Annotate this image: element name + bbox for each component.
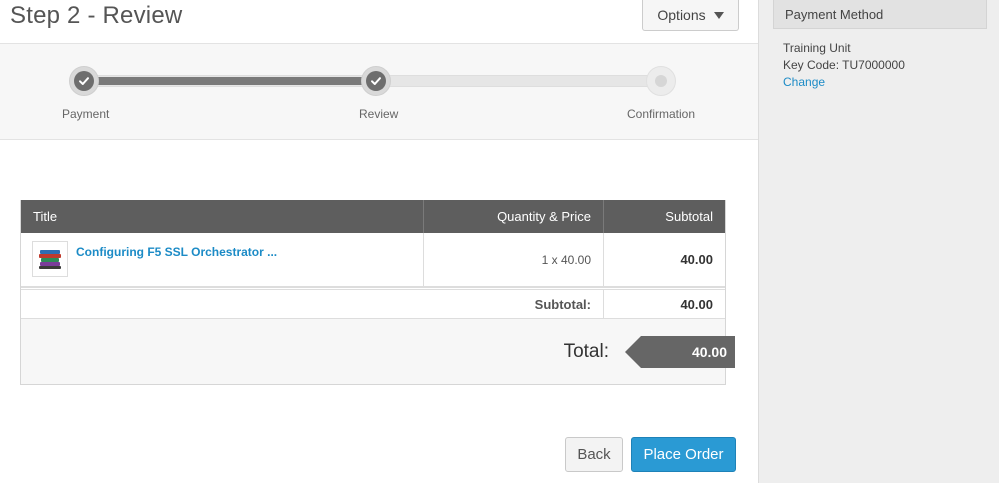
- page-title: Step 2 - Review: [10, 2, 183, 29]
- total-price-tag: 40.00: [625, 336, 735, 368]
- total-label: Total:: [563, 341, 609, 362]
- step-label-payment: Payment: [62, 107, 110, 121]
- step-label-confirmation: Confirmation: [627, 107, 696, 121]
- item-quantity-price: 1 x 40.00: [424, 233, 604, 286]
- total-value: 40.00: [691, 344, 727, 360]
- item-title-link[interactable]: Configuring F5 SSL Orchestrator ...: [76, 245, 277, 259]
- back-button[interactable]: Back: [565, 437, 623, 472]
- step-payment-node: [69, 66, 99, 96]
- progress-stepper: Payment Review Confirmation: [0, 43, 758, 140]
- payment-method-details: Training Unit Key Code: TU7000000 Change: [783, 40, 905, 91]
- step-review-node: [361, 66, 391, 96]
- sidebar: Payment Method Training Unit Key Code: T…: [758, 0, 999, 483]
- main-panel: Step 2 - Review Options Payment Review C…: [0, 0, 758, 483]
- payment-key-code: Key Code: TU7000000: [783, 58, 905, 72]
- payment-method-type: Training Unit: [783, 41, 851, 55]
- header-title: Title: [21, 200, 424, 233]
- subtotal-row: Subtotal: 40.00: [21, 287, 725, 319]
- progress-track-fill: [80, 77, 380, 85]
- step-label-review: Review: [359, 107, 399, 121]
- item-subtotal: 40.00: [680, 252, 713, 267]
- check-icon: [74, 71, 94, 91]
- subtotal-value: 40.00: [680, 296, 713, 312]
- cart-header-row: Title Quantity & Price Subtotal: [21, 200, 725, 233]
- caret-down-icon: [713, 12, 724, 19]
- check-icon: [366, 71, 386, 91]
- step-confirmation-node: [646, 66, 676, 96]
- item-title-cell: Configuring F5 SSL Orchestrator ...: [21, 233, 424, 286]
- header-subtotal: Subtotal: [665, 209, 713, 224]
- header-quantity-price: Quantity & Price: [424, 200, 604, 233]
- dot-icon: [655, 75, 667, 87]
- options-label: Options: [657, 7, 706, 23]
- place-order-button[interactable]: Place Order: [631, 437, 736, 472]
- options-button[interactable]: Options: [642, 0, 739, 31]
- change-payment-link[interactable]: Change: [783, 74, 905, 91]
- total-row: Total: 40.00: [21, 319, 735, 384]
- payment-method-heading: Payment Method: [773, 0, 987, 29]
- subtotal-label: Subtotal:: [21, 290, 604, 318]
- cart-table: Title Quantity & Price Subtotal Configur…: [20, 200, 735, 385]
- table-row: Configuring F5 SSL Orchestrator ... 1 x …: [21, 233, 725, 287]
- books-icon: [32, 241, 68, 277]
